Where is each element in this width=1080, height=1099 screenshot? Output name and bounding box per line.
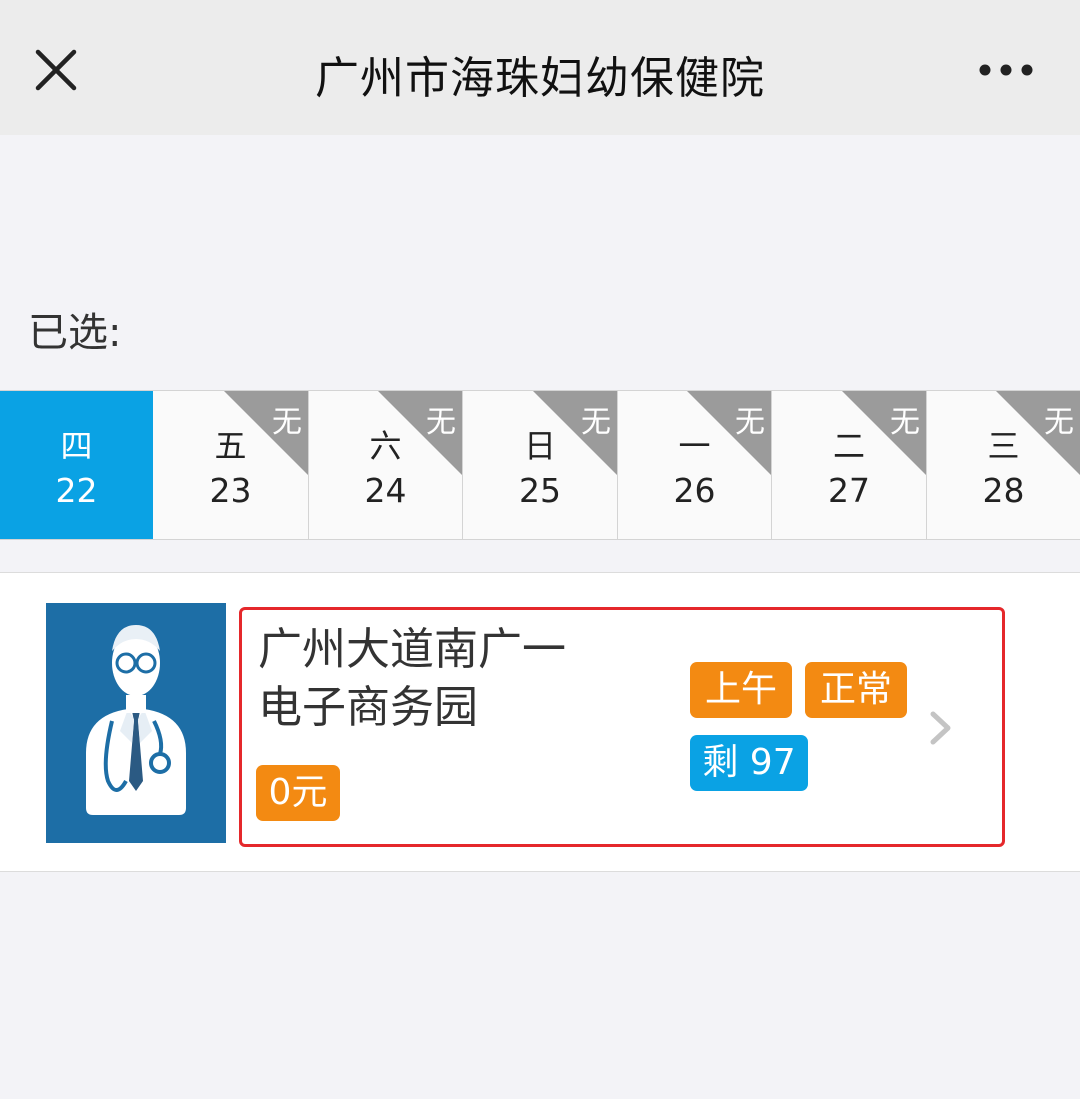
date-weekday: 二 (832, 427, 865, 465)
date-weekday: 一 (678, 427, 711, 465)
status-badge: 正常 (805, 662, 907, 718)
date-day: 26 (673, 471, 716, 510)
top-bar: 广州市海珠妇幼保健院 (0, 0, 1080, 135)
date-day: 25 (519, 471, 561, 510)
remaining-badge: 剩 97 (690, 735, 808, 791)
date-tab-28[interactable]: 无 三 28 (927, 391, 1080, 539)
date-weekday: 三 (987, 427, 1020, 465)
schedule-list: 广州大道南广一 电子商务园 0元 上午 正常 剩 97 (0, 572, 1080, 872)
date-day: 24 (364, 471, 407, 510)
page-title: 广州市海珠妇幼保健院 (315, 53, 765, 104)
date-strip: 四 22 无 五 23 无 六 24 无 日 25 无 一 26 无 二 27 … (0, 390, 1080, 540)
date-tab-26[interactable]: 无 一 26 (618, 391, 772, 539)
chevron-right-icon[interactable] (926, 709, 956, 747)
date-weekday: 五 (214, 427, 247, 465)
more-icon[interactable] (975, 50, 1037, 90)
date-tab-23[interactable]: 无 五 23 (153, 391, 309, 539)
date-weekday: 四 (60, 427, 93, 465)
date-day: 28 (982, 471, 1025, 510)
date-tab-25[interactable]: 无 日 25 (463, 391, 618, 539)
clinic-location: 广州大道南广一 电子商务园 (258, 621, 638, 737)
date-tab-27[interactable]: 无 二 27 (772, 391, 927, 539)
doctor-avatar (46, 603, 226, 843)
date-tab-22[interactable]: 四 22 (0, 391, 153, 539)
date-weekday: 六 (369, 427, 402, 465)
price-badge: 0元 (256, 765, 340, 821)
date-day: 27 (828, 471, 870, 510)
selected-label: 已选: (28, 310, 122, 356)
period-badge: 上午 (690, 662, 792, 718)
date-day: 23 (209, 471, 252, 510)
date-day: 22 (55, 471, 98, 510)
location-line-2: 电子商务园 (258, 682, 478, 733)
location-line-1: 广州大道南广一 (258, 624, 566, 675)
date-weekday: 日 (523, 427, 556, 465)
date-tab-24[interactable]: 无 六 24 (309, 391, 463, 539)
